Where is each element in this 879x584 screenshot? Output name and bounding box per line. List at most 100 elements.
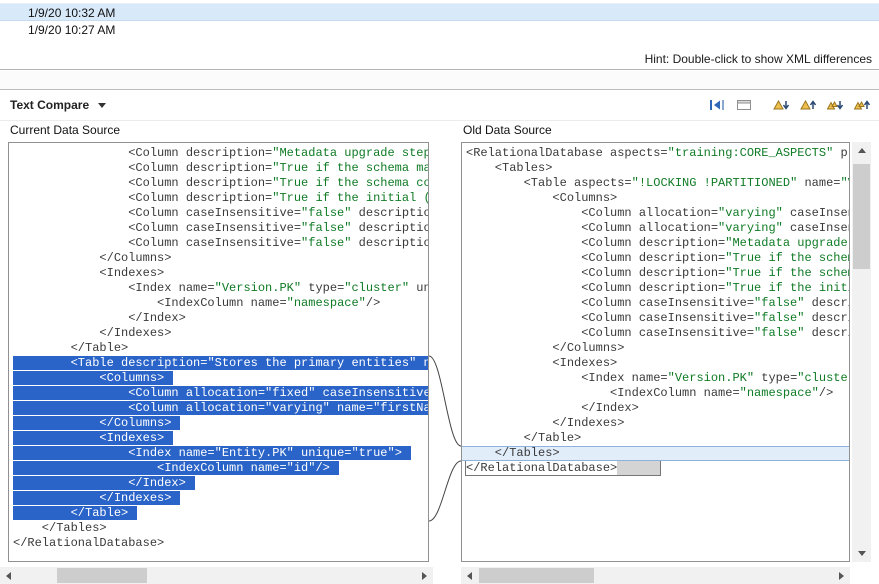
code-line[interactable]: <Index name="Version.PK" type="cluster" … <box>9 281 428 296</box>
scroll-right-button[interactable] <box>416 567 433 584</box>
code-line[interactable]: </Table> <box>9 506 428 521</box>
code-line[interactable]: <RelationalDatabase aspects="training:CO… <box>462 146 849 161</box>
code-line[interactable]: <Column description="True if the initial… <box>9 191 428 206</box>
xml-attribute-value: "True if the schema contain <box>272 176 428 190</box>
ancestor-pane-icon[interactable] <box>733 96 755 114</box>
code-line[interactable]: <Column allocation="varying" name="first… <box>9 401 428 416</box>
code-line-text: </Index> <box>466 401 639 415</box>
code-line-text: <Column description="Metadata upgrade st… <box>466 236 849 250</box>
code-line-text: <Column caseInsensitive="false" descript… <box>13 206 428 220</box>
compare-mode-dropdown[interactable]: Text Compare <box>10 98 106 112</box>
left-horizontal-scrollbar[interactable] <box>0 567 433 584</box>
code-line[interactable]: </Table> <box>462 431 849 446</box>
xml-attribute-value: "true" <box>351 446 394 460</box>
vertical-scrollbar-thumb[interactable] <box>853 164 870 269</box>
code-line[interactable]: <Column description="Metadata upgrade st… <box>462 236 849 251</box>
code-line[interactable]: </Columns> <box>462 341 849 356</box>
code-line[interactable]: <Columns> <box>9 371 428 386</box>
swap-panes-icon[interactable] <box>706 96 728 114</box>
code-line[interactable]: <Column description="Metadata upgrade st… <box>9 146 428 161</box>
code-line[interactable]: <Indexes> <box>9 266 428 281</box>
code-line[interactable]: <Indexes> <box>462 356 849 371</box>
xml-code: name= <box>416 356 428 370</box>
code-line[interactable]: <Column allocation="varying" caseInsensi… <box>462 206 849 221</box>
code-line[interactable]: <Column caseInsensitive="false" descript… <box>462 326 849 341</box>
xml-code: </Columns> <box>13 416 171 430</box>
code-line-text: <Column caseInsensitive="false" descript… <box>13 221 428 235</box>
code-line[interactable]: <Column description="True if the schema … <box>9 176 428 191</box>
next-difference-icon[interactable] <box>770 96 792 114</box>
code-line[interactable]: <Column caseInsensitive="false" descript… <box>9 206 428 221</box>
code-line[interactable]: </Indexes> <box>9 491 428 506</box>
code-line-text: <Table description="Stores the primary e… <box>13 356 428 370</box>
code-line-text: </Index> <box>13 476 195 490</box>
code-line[interactable]: <Table description="Stores the primary e… <box>9 356 428 371</box>
code-line[interactable]: </Indexes> <box>462 416 849 431</box>
code-line[interactable]: </RelationalDatabase> <box>9 536 428 551</box>
previous-change-icon[interactable] <box>851 96 873 114</box>
previous-difference-icon[interactable] <box>797 96 819 114</box>
code-line-text: </RelationalDatabase> <box>13 536 164 550</box>
code-line[interactable]: <IndexColumn name="namespace"/> <box>9 296 428 311</box>
code-line[interactable]: <Column caseInsensitive="false" descript… <box>462 311 849 326</box>
right-pane-title: Old Data Source <box>463 123 552 141</box>
code-line[interactable]: </Tables> <box>9 521 428 536</box>
scroll-right-button[interactable] <box>833 567 850 584</box>
xml-attribute-value: "Metadata upgrade step with <box>272 146 428 160</box>
xml-attribute-value: "Metadata upgrade step <box>725 236 849 250</box>
code-line[interactable]: </Index> <box>9 311 428 326</box>
xml-code: <IndexColumn name= <box>466 386 740 400</box>
scroll-left-button[interactable] <box>461 567 478 584</box>
code-line[interactable]: <Column caseInsensitive="false" descript… <box>462 296 849 311</box>
code-line[interactable]: <Column description="True if the initial… <box>462 281 849 296</box>
code-line[interactable]: <IndexColumn name="id"/> <box>9 461 428 476</box>
code-line-text: </Columns> <box>13 416 180 430</box>
history-row-selected[interactable]: 1/9/20 10:32 AM <box>0 3 879 21</box>
code-line[interactable]: </Index> <box>9 476 428 491</box>
code-line[interactable]: <Columns> <box>462 191 849 206</box>
xml-code: </RelationalDatabase> <box>466 461 617 475</box>
code-line[interactable]: <Column allocation="varying" caseInsensi… <box>462 221 849 236</box>
code-line[interactable]: <Column caseInsensitive="false" descript… <box>9 221 428 236</box>
code-line[interactable]: <Index name="Entity.PK" unique="true"> <box>9 446 428 461</box>
section-divider <box>0 71 879 89</box>
scroll-down-button[interactable] <box>852 545 871 562</box>
code-line[interactable]: </Columns> <box>9 251 428 266</box>
xml-code: <Indexes> <box>466 356 617 370</box>
xml-attribute-value: "firstName" <box>373 401 428 415</box>
code-line[interactable]: <IndexColumn name="namespace"/> <box>462 386 849 401</box>
code-line[interactable]: </RelationalDatabase> <box>462 461 849 476</box>
code-line[interactable]: </Indexes> <box>9 326 428 341</box>
xml-code: </Indexes> <box>13 491 171 505</box>
right-horizontal-scrollbar[interactable] <box>461 567 850 584</box>
left-horizontal-scrollbar-thumb[interactable] <box>57 568 147 583</box>
code-line[interactable]: </Table> <box>9 341 428 356</box>
xml-code: description= <box>351 236 428 250</box>
right-compare-pane[interactable]: <RelationalDatabase aspects="training:CO… <box>461 142 850 562</box>
code-line-text: <Column description="True if the schema … <box>466 251 849 265</box>
code-line[interactable]: <Tables> <box>462 161 849 176</box>
history-row[interactable]: 1/9/20 10:27 AM <box>0 21 879 39</box>
code-line[interactable]: </Index> <box>462 401 849 416</box>
compare-editor: Text Compare Current Data Source Old Dat… <box>0 89 879 584</box>
left-compare-pane[interactable]: <Column description="Metadata upgrade st… <box>8 142 429 562</box>
code-line[interactable]: </Columns> <box>9 416 428 431</box>
next-change-icon[interactable] <box>824 96 846 114</box>
scroll-up-button[interactable] <box>852 142 871 159</box>
right-horizontal-scrollbar-thumb[interactable] <box>479 568 594 583</box>
code-line[interactable]: <Column allocation="fixed" caseInsensiti… <box>9 386 428 401</box>
code-line[interactable]: <Column caseInsensitive="false" descript… <box>9 236 428 251</box>
code-line[interactable]: <Column description="True if the schema … <box>462 251 849 266</box>
vertical-scrollbar[interactable] <box>852 142 871 562</box>
arrow-right-icon <box>422 572 427 580</box>
code-line[interactable]: </Tables> <box>462 446 849 461</box>
code-line-text: <Column allocation="varying" name="first… <box>13 401 428 415</box>
code-line[interactable]: <Column description="True if the schema … <box>462 266 849 281</box>
code-line[interactable]: <Index name="Version.PK" type="cluster" … <box>462 371 849 386</box>
code-line[interactable]: <Indexes> <box>9 431 428 446</box>
code-line[interactable]: <Column description="True if the schema … <box>9 161 428 176</box>
code-line[interactable]: <Table aspects="!LOCKING !PARTITIONED" n… <box>462 176 849 191</box>
scroll-left-button[interactable] <box>0 567 17 584</box>
xml-attribute-value: "Entity.PK" <box>215 446 294 460</box>
xml-attribute-value: "Ver <box>841 176 850 190</box>
